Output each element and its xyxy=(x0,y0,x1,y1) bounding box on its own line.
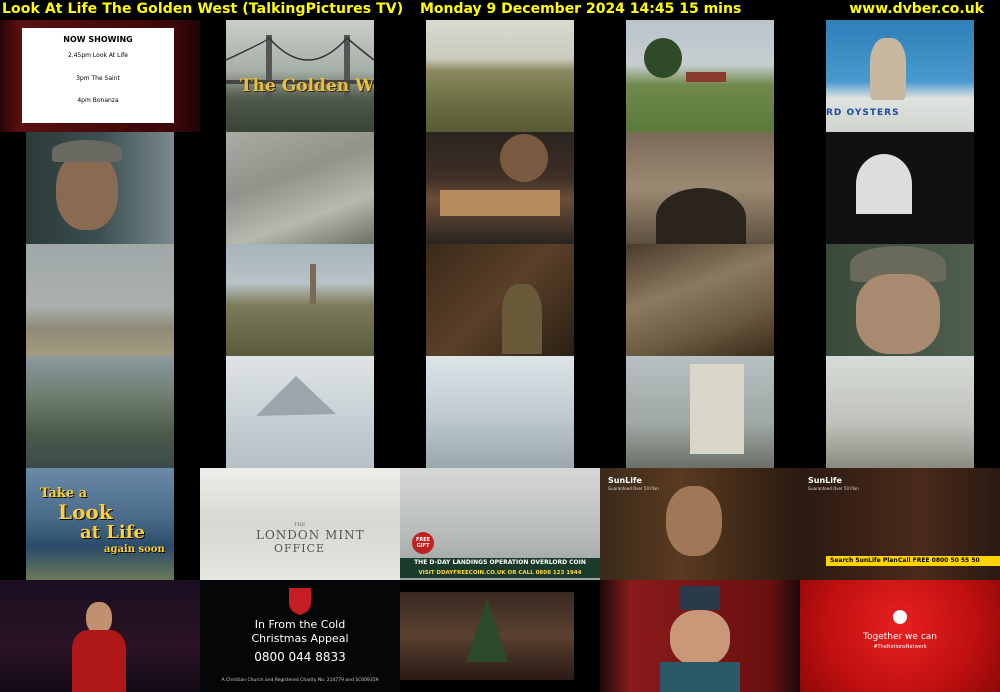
vodafone-line1: Together we can xyxy=(863,632,937,642)
sunlife-cta-bar: Search SunLife Plan Call FREE 0800 50 55… xyxy=(826,556,1000,566)
miner-figure xyxy=(502,284,542,354)
thumbnail-hazy-coast[interactable] xyxy=(26,244,174,356)
bin-shape xyxy=(690,364,744,454)
face-shape xyxy=(56,152,118,230)
oysters-sign: RD OYSTERS xyxy=(826,108,900,118)
thumbnail-christmas-tree[interactable] xyxy=(400,592,574,680)
now-showing-item: 4pm Bonanza xyxy=(77,97,119,104)
thumbnail-now-showing[interactable]: NOW SHOWING 2.45pm Look At Life 3pm The … xyxy=(0,20,200,132)
vodafone-logo-icon xyxy=(893,610,907,624)
character-coat xyxy=(660,662,740,692)
thumbnail-ore-falling[interactable] xyxy=(626,244,774,356)
thumbnail-red-jacket-man[interactable] xyxy=(0,580,200,692)
programme-title[interactable]: Look At Life The Golden West (TalkingPic… xyxy=(2,1,403,17)
woman-figure xyxy=(666,486,722,556)
salvation-army-shield-icon xyxy=(289,588,311,615)
tunnel-opening xyxy=(856,154,912,214)
thumbnail-miner-tunnel[interactable] xyxy=(426,244,574,356)
thumbnail-white-peak[interactable] xyxy=(226,356,374,468)
stone-block xyxy=(440,190,560,216)
sunlife-call: Call FREE 0800 50 55 50 xyxy=(898,557,980,564)
now-showing-item: 2.45pm Look At Life xyxy=(68,52,128,59)
thumbnail-stone-saw[interactable] xyxy=(426,132,574,244)
charity-footer: A Christian Church and Registered Charit… xyxy=(221,678,379,683)
coin-visit: VISIT DDAYFREECOIN.CO.UK OR CALL 0808 12… xyxy=(400,568,600,578)
thumbnail-harbour-crowd[interactable] xyxy=(26,356,174,468)
thumbnail-old-man[interactable] xyxy=(26,132,174,244)
tree-graphic xyxy=(466,598,508,662)
at-life-text: at Life xyxy=(80,522,145,543)
red-jacket xyxy=(72,630,126,692)
chimney xyxy=(310,264,316,304)
appeal-phone: 0800 044 8833 xyxy=(254,650,346,664)
thumbnail-sunlife-woman[interactable]: SunLife Guaranteed Over 50 Plan xyxy=(600,468,800,580)
thumbnail-golden-west-bridge[interactable]: The Golden West xyxy=(226,20,374,132)
tree-shape xyxy=(644,38,682,78)
thumbnail-clay-works[interactable] xyxy=(426,356,574,468)
thumbnail-miner-helmet[interactable] xyxy=(826,244,974,356)
thumbnail-clay-bin[interactable] xyxy=(626,356,774,468)
thumbnail-mine-ruins[interactable] xyxy=(226,244,374,356)
sunlife-sub: Guaranteed Over 50 Plan xyxy=(608,486,659,491)
appeal-line2: Christmas Appeal xyxy=(251,632,349,645)
saw-wheel xyxy=(500,134,548,182)
again-soon-text: again soon xyxy=(104,544,165,555)
cows-shape xyxy=(686,72,726,82)
sunlife-logo: SunLife xyxy=(808,476,842,485)
header-bar: Look At Life The Golden West (TalkingPic… xyxy=(0,0,1000,20)
thumbnail-take-a-look[interactable]: Take a Look at Life again soon xyxy=(26,468,174,580)
thumbnail-workers-truck[interactable] xyxy=(826,356,974,468)
thumbnail-moorland[interactable] xyxy=(426,20,574,132)
thumbnail-mine-tunnel[interactable] xyxy=(826,132,974,244)
now-showing-heading: NOW SHOWING xyxy=(63,35,133,44)
thumbnail-dday-coin[interactable]: FREE GIFT THE D-DAY LANDINGS OPERATION O… xyxy=(400,468,600,580)
top-hat xyxy=(680,586,720,610)
thumbnail-vodafone[interactable]: Together we can #TheNationsNetwork xyxy=(800,580,1000,692)
thumbnail-animated-ringmaster[interactable] xyxy=(600,580,800,692)
mint-office: OFFICE xyxy=(274,542,326,555)
broadcast-datetime: Monday 9 December 2024 14:45 15 mins xyxy=(420,1,742,17)
character-face xyxy=(670,610,730,666)
face-shape xyxy=(856,274,940,354)
thumbnail-salvation-army[interactable]: In From the Cold Christmas Appeal 0800 0… xyxy=(200,580,400,692)
man-figure xyxy=(870,38,906,100)
mint-name: LONDON MINT xyxy=(256,528,365,542)
sunlife-logo: SunLife xyxy=(608,476,642,485)
look-text: Look xyxy=(58,500,113,524)
coin-title: THE D-DAY LANDINGS OPERATION OVERLORD CO… xyxy=(400,558,600,568)
golden-west-caption: The Golden West xyxy=(240,76,374,96)
peak-graphic xyxy=(256,376,336,416)
vodafone-line2: #TheNationsNetwork xyxy=(873,644,927,650)
thumbnail-oysters-man[interactable]: RD OYSTERS xyxy=(826,20,974,132)
site-link[interactable]: www.dvber.co.uk xyxy=(849,1,984,17)
free-gift-badge: FREE GIFT xyxy=(412,532,434,554)
now-showing-item: 3pm The Saint xyxy=(76,75,120,82)
thumbnail-london-mint[interactable]: THE LONDON MINT OFFICE xyxy=(200,468,400,580)
thumbnail-carved-arch[interactable] xyxy=(626,132,774,244)
arch-dark xyxy=(656,188,746,244)
appeal-line1: In From the Cold xyxy=(254,618,346,631)
take-a-text: Take a xyxy=(40,486,88,501)
sunlife-sub: Guaranteed Over 50 Plan xyxy=(808,486,859,491)
thumbnail-field-cows[interactable] xyxy=(626,20,774,132)
sunlife-search: Search SunLife Plan xyxy=(830,557,898,564)
cap-shape xyxy=(52,140,122,162)
now-showing-card: NOW SHOWING 2.45pm Look At Life 3pm The … xyxy=(22,28,174,123)
thumbnail-quarry-rocks[interactable] xyxy=(226,132,374,244)
thumbnail-sunlife-family[interactable]: SunLife Guaranteed Over 50 Plan Search S… xyxy=(800,468,1000,580)
